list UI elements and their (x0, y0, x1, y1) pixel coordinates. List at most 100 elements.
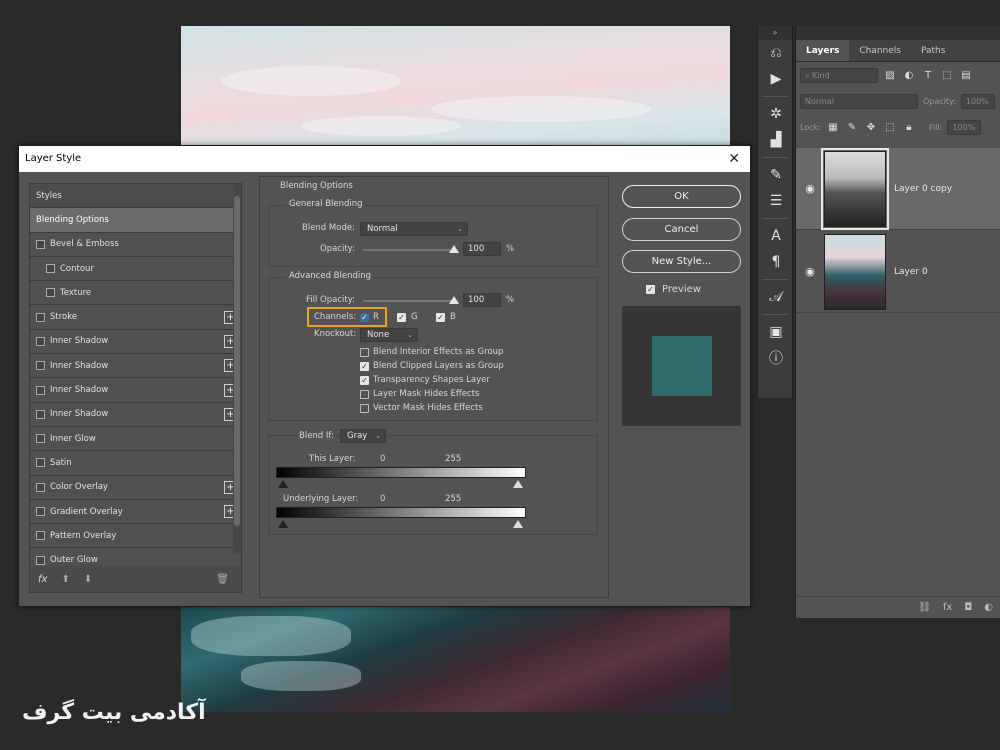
style-checkbox[interactable] (36, 361, 45, 371)
lock-all-icon[interactable]: 🔒︎ (902, 120, 916, 134)
tab-paths[interactable]: Paths (911, 40, 955, 61)
brush-icon[interactable]: ✎ (758, 162, 794, 188)
channel-r-checkbox[interactable]: ✓ (360, 313, 369, 322)
layer-row[interactable]: ◉ Layer 0 copy (796, 147, 1000, 230)
layer-name[interactable]: Layer 0 copy (894, 184, 952, 194)
fx-icon[interactable]: fx (38, 574, 47, 585)
channel-g-checkbox[interactable]: ✓ (397, 313, 406, 322)
new-style-button[interactable]: New Style... (622, 250, 741, 273)
eye-icon[interactable]: ◉ (796, 265, 824, 278)
style-item[interactable]: Bevel & Emboss (30, 232, 241, 257)
lock-image-icon[interactable]: ✎ (845, 120, 859, 134)
style-checkbox[interactable] (36, 482, 45, 492)
play-icon[interactable]: ▶ (758, 66, 794, 92)
opacity-slider-track[interactable] (363, 249, 458, 251)
shape-filter-icon[interactable]: ⬚ (940, 68, 954, 82)
underlying-layer-white-thumb[interactable] (513, 520, 523, 528)
style-item[interactable]: Pattern Overlay (30, 524, 241, 549)
tab-channels[interactable]: Channels (849, 40, 911, 61)
histogram-icon[interactable]: ▟ (758, 127, 794, 153)
advanced-option-checkbox[interactable] (360, 390, 369, 399)
style-checkbox[interactable] (36, 239, 45, 249)
advanced-option-checkbox[interactable]: ✓ (360, 376, 369, 385)
info-icon[interactable]: ⓘ (758, 345, 794, 371)
tab-layers[interactable]: Layers (796, 40, 850, 61)
advanced-option-checkbox[interactable] (360, 348, 369, 357)
knockout-select[interactable]: None ⌄ (360, 328, 418, 342)
close-icon[interactable]: ✕ (728, 146, 740, 172)
adjustments-icon[interactable]: ☰ (758, 188, 794, 214)
adjustment-layer-icon[interactable]: ◐ (984, 602, 993, 613)
style-checkbox[interactable] (46, 288, 55, 298)
style-checkbox[interactable] (36, 507, 45, 516)
style-item[interactable]: Inner Shadow + (30, 329, 241, 355)
lock-artboard-icon[interactable]: ⬚ (883, 120, 897, 134)
link-icon[interactable]: ⛓ (918, 602, 931, 613)
channel-b-checkbox[interactable]: ✓ (436, 313, 445, 322)
style-checkbox[interactable] (36, 385, 45, 395)
paragraph-icon[interactable]: ¶ (758, 249, 794, 275)
fx-icon[interactable]: fx (943, 602, 952, 613)
layer-opacity-field[interactable]: 100% (960, 93, 995, 109)
style-item[interactable]: Satin (30, 451, 241, 476)
kind-filter-select[interactable]: ⌕ Kind (800, 67, 878, 83)
style-item[interactable]: Texture (30, 281, 241, 306)
style-checkbox[interactable] (46, 264, 55, 274)
style-item[interactable]: Inner Shadow + (30, 354, 241, 379)
history-icon[interactable]: ⎌ (758, 40, 794, 66)
underlying-layer-black-thumb[interactable] (278, 520, 288, 528)
style-checkbox[interactable] (36, 312, 45, 322)
down-arrow-icon[interactable]: ⬇ (84, 574, 92, 585)
advanced-option-checkbox[interactable]: ✓ (360, 362, 369, 371)
fill-opacity-slider-track[interactable] (363, 300, 458, 302)
adjustment-filter-icon[interactable]: ◐ (902, 68, 916, 82)
layer-blend-mode-select[interactable]: Normal (800, 93, 918, 109)
style-item[interactable]: Inner Shadow + (30, 378, 241, 403)
trash-icon[interactable]: 🗑︎ (216, 574, 229, 585)
smart-object-filter-icon[interactable]: ▤ (959, 68, 973, 82)
fill-opacity-field[interactable]: 100 (463, 293, 501, 307)
style-item[interactable]: Contour (30, 256, 241, 282)
glyphs-icon[interactable]: 𝒜 (758, 284, 794, 310)
style-checkbox[interactable] (36, 409, 45, 419)
style-checkbox[interactable] (36, 531, 45, 541)
layer-name[interactable]: Layer 0 (894, 267, 928, 277)
advanced-option-checkbox[interactable] (360, 404, 369, 413)
style-item[interactable]: Inner Shadow + (30, 402, 241, 427)
style-item[interactable]: Gradient Overlay + (30, 499, 241, 525)
image-filter-icon[interactable]: ▨ (883, 68, 897, 82)
character-icon[interactable]: A (758, 223, 794, 249)
blend-mode-select[interactable]: Normal ⌄ (360, 222, 468, 236)
fill-opacity-slider-thumb[interactable] (449, 296, 459, 304)
style-item[interactable]: Stroke + (30, 305, 241, 330)
collapse-handle[interactable]: » (758, 26, 792, 40)
style-item[interactable]: Styles (30, 184, 241, 209)
mask-icon[interactable]: ◘ (964, 602, 972, 613)
up-arrow-icon[interactable]: ⬆ (61, 574, 69, 585)
this-layer-white-thumb[interactable] (513, 480, 523, 488)
style-checkbox[interactable] (36, 555, 45, 565)
this-layer-black-thumb[interactable] (278, 480, 288, 488)
lock-position-icon[interactable]: ✥ (864, 120, 878, 134)
style-checkbox[interactable] (36, 434, 45, 444)
cancel-button[interactable]: Cancel (622, 218, 741, 241)
style-checkbox[interactable] (36, 458, 45, 468)
preview-checkbox[interactable]: ✓ (646, 285, 655, 294)
opacity-slider-thumb[interactable] (449, 245, 459, 253)
compass-icon[interactable]: ✲ (758, 101, 794, 127)
style-item[interactable]: Blending Options (30, 208, 241, 233)
layer-row[interactable]: ◉ Layer 0 (796, 231, 1000, 313)
type-filter-icon[interactable]: T (921, 68, 935, 82)
libraries-icon[interactable]: ▣ (758, 319, 794, 345)
style-item[interactable]: Color Overlay + (30, 475, 241, 500)
dialog-titlebar[interactable]: Layer Style ✕ (19, 146, 750, 172)
lock-transparent-icon[interactable]: ▦ (826, 120, 840, 134)
styles-scrollbar[interactable] (233, 184, 241, 554)
opacity-field[interactable]: 100 (463, 242, 501, 256)
blend-if-select[interactable]: Gray ⌄ (340, 429, 386, 443)
style-checkbox[interactable] (36, 336, 45, 346)
layer-fill-field[interactable]: 100% (947, 119, 982, 135)
ok-button[interactable]: OK (622, 185, 741, 208)
eye-icon[interactable]: ◉ (796, 182, 824, 195)
style-item[interactable]: Inner Glow (30, 426, 241, 452)
